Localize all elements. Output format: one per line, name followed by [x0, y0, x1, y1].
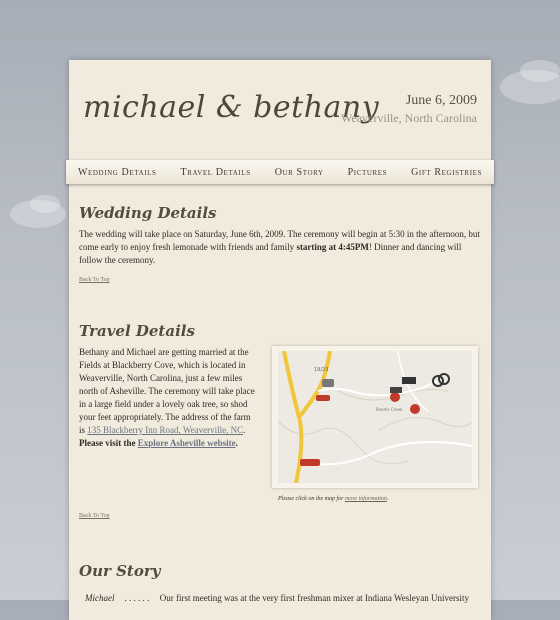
site-logo[interactable]: michael & bethany	[83, 90, 379, 125]
svg-text:19/23: 19/23	[314, 367, 328, 373]
map-caption-end: .	[386, 496, 389, 502]
address-link[interactable]: 135 Blackberry Inn Road, Weaverville, NC	[87, 425, 243, 435]
location-map[interactable]: 19/23 Reems Creek	[278, 351, 472, 483]
travel-details-title: Travel Details	[79, 322, 195, 340]
cloud-right-small	[520, 60, 560, 82]
back-to-top-link-2[interactable]: Back To Top	[79, 513, 110, 519]
story-text: Our first meeting was at the very first …	[159, 593, 470, 603]
map-frame: 19/23 Reems Creek	[272, 346, 478, 488]
travel-text: Bethany and Michael are getting married …	[79, 347, 255, 435]
back-to-top-link[interactable]: Back To Top	[79, 277, 481, 283]
address-end: .	[243, 425, 246, 435]
visit-text: Please visit the	[79, 438, 138, 448]
travel-details-text: Bethany and Michael are getting married …	[79, 346, 257, 450]
svg-text:Reems Creek: Reems Creek	[376, 407, 403, 412]
travel-section: Travel Details Bethany and Michael are g…	[79, 322, 257, 450]
wedding-location: Weaverville, North Carolina	[341, 111, 477, 125]
site-header: michael & bethany June 6, 2009 Weavervil…	[69, 60, 491, 160]
wedding-details-title: Wedding Details	[79, 204, 217, 222]
nav-pictures[interactable]: Pictures	[348, 167, 388, 178]
visit-end: .	[235, 438, 238, 448]
map-marker-bus	[300, 459, 320, 466]
wedding-section: Wedding Details The wedding will take pl…	[79, 204, 481, 283]
map-graphic: 19/23 Reems Creek	[278, 351, 472, 483]
story-section: Our Story	[79, 562, 481, 580]
map-caption: Please click on the map for more informa…	[278, 496, 388, 502]
story-dots: . . . . . .	[124, 593, 150, 603]
nav-travel-details[interactable]: Travel Details	[181, 167, 251, 178]
nav-gift-registries[interactable]: Gift Registries	[411, 167, 482, 178]
cloud-left-small	[30, 195, 60, 213]
our-story-title: Our Story	[79, 562, 161, 580]
nav-our-story[interactable]: Our Story	[275, 167, 324, 178]
wedding-details-text: The wedding will take place on Saturday,…	[79, 228, 481, 267]
map-caption-text: Please click on the map for	[278, 496, 345, 502]
more-information-link[interactable]: more information	[345, 496, 387, 502]
main-nav: Wedding Details Travel Details Our Story…	[66, 160, 494, 184]
story-entry: Michael . . . . . . Our first meeting wa…	[85, 593, 469, 603]
wedding-date: June 6, 2009	[405, 93, 477, 108]
wedding-start-time: starting at 4:45PM	[296, 242, 369, 252]
nav-wedding-details[interactable]: Wedding Details	[78, 167, 157, 178]
explore-asheville-link[interactable]: Explore Asheville website	[138, 438, 236, 448]
story-name: Michael	[85, 593, 115, 603]
